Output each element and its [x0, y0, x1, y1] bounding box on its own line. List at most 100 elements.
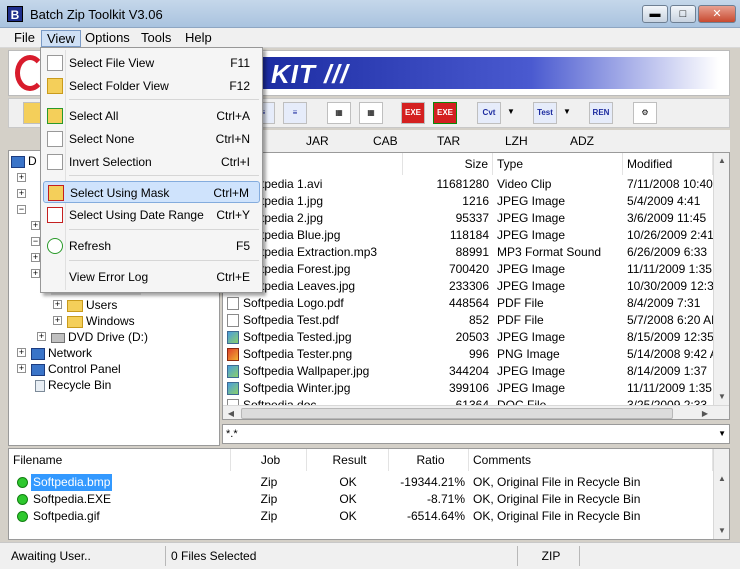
tree-item-desktop[interactable]: D — [11, 153, 37, 169]
file-row[interactable]: Softpedia Tester.png 996 PNG Image 5/14/200… — [223, 346, 713, 363]
tree-expand-icon[interactable]: + — [17, 189, 26, 198]
file-row[interactable]: Softpedia Test.pdf 852 PDF File 5/7/2008 6:… — [223, 312, 713, 329]
mask-dropdown-icon[interactable]: ▼ — [718, 425, 726, 443]
scroll-up-icon[interactable]: ▲ — [714, 471, 729, 487]
format-tab-cab[interactable]: CAB — [373, 134, 398, 148]
column-header-result[interactable]: Result — [307, 449, 389, 471]
scroll-right-icon[interactable]: ▶ — [697, 406, 713, 419]
file-type: JPEG Image — [497, 262, 566, 276]
menu-view[interactable]: View — [41, 30, 81, 47]
column-header-type[interactable]: Type — [493, 153, 623, 175]
menu-options[interactable]: Options — [80, 30, 135, 47]
tree-expand-icon[interactable]: + — [17, 173, 26, 182]
job-row[interactable]: Softpedia.EXE Zip OK -8.71% OK, Original Fil… — [9, 491, 713, 508]
file-row[interactable]: Softpedia 2.jpg 95337 JPEG Image 3/6/2009 1… — [223, 210, 713, 227]
convert-dropdown-icon[interactable]: ▼ — [507, 107, 515, 116]
file-list-horizontal-scrollbar[interactable]: ◀ ▶ — [223, 405, 729, 419]
minimize-button[interactable]: ▬ — [642, 5, 668, 23]
rename-button[interactable]: REN — [589, 102, 613, 124]
tree-collapse-icon[interactable]: − — [31, 237, 40, 246]
job-list-vertical-scrollbar[interactable]: ▲ ▼ — [713, 449, 729, 539]
scroll-down-icon[interactable]: ▼ — [714, 389, 729, 405]
menu-item-select-all[interactable]: Select All Ctrl+A — [43, 105, 260, 127]
tree-expand-icon[interactable]: + — [17, 364, 26, 373]
file-name: Softpedia Logo.pdf — [243, 296, 344, 310]
tree-expand-icon[interactable]: + — [31, 221, 40, 230]
file-row[interactable]: Softpedia Leaves.jpg 233306 JPEG Image 10/3… — [223, 278, 713, 295]
menu-item-select-using-date-range[interactable]: Select Using Date Range Ctrl+Y — [43, 204, 260, 226]
job-list[interactable]: Filename Job Result Ratio Comments Softp… — [8, 448, 730, 540]
tree-expand-icon[interactable]: + — [37, 332, 46, 341]
job-row[interactable]: Softpedia.bmp Zip OK -19344.21% OK, Original… — [9, 474, 713, 491]
format-tab-jar[interactable]: JAR — [306, 134, 329, 148]
file-row[interactable]: Softpedia Blue.jpg 118184 JPEG Image 10/26/… — [223, 227, 713, 244]
menu-item-refresh[interactable]: Refresh F5 — [43, 235, 260, 257]
test-button[interactable]: Test — [533, 102, 557, 124]
close-button[interactable]: ✕ — [698, 5, 736, 23]
exe-button-1[interactable]: EXE — [401, 102, 425, 124]
file-type: JPEG Image — [497, 228, 566, 242]
scroll-left-icon[interactable]: ◀ — [223, 406, 239, 419]
menu-tools[interactable]: Tools — [136, 30, 176, 47]
tree-item-dvd-drive[interactable]: DVD Drive (D:) — [51, 329, 148, 345]
file-type: PDF File — [497, 313, 544, 327]
tool-button-4[interactable]: ▦ — [359, 102, 383, 124]
tree-item-windows[interactable]: Windows — [67, 313, 135, 329]
column-header-ratio[interactable]: Ratio — [389, 449, 469, 471]
tree-expand-icon[interactable]: + — [17, 348, 26, 357]
file-list[interactable]: Size Type Modified Softpedia 1.avi 116812… — [222, 152, 730, 420]
menu-item-invert-selection[interactable]: Invert Selection Ctrl+I — [43, 151, 260, 173]
tree-collapse-icon[interactable]: − — [17, 205, 26, 214]
tree-item-network[interactable]: Network — [31, 345, 92, 361]
file-row[interactable]: Softpedia Logo.pdf 448564 PDF File 8/4/2009… — [223, 295, 713, 312]
menu-item-select-file-view[interactable]: Select File View F11 — [43, 52, 260, 74]
tree-expand-icon[interactable]: + — [53, 316, 62, 325]
column-header-comments[interactable]: Comments — [469, 449, 713, 471]
menu-item-select-folder-view[interactable]: Select Folder View F12 — [43, 75, 260, 97]
test-dropdown-icon[interactable]: ▼ — [563, 107, 571, 116]
tool-button-3[interactable]: ▦ — [327, 102, 351, 124]
column-header-size[interactable]: Size — [403, 153, 493, 175]
file-row[interactable]: Softpedia Tested.jpg 20503 JPEG Image 8/15/… — [223, 329, 713, 346]
file-row[interactable]: Softpedia Forest.jpg 700420 JPEG Image 11/1… — [223, 261, 713, 278]
file-list-vertical-scrollbar[interactable]: ▲ ▼ — [713, 153, 729, 405]
file-mask-field[interactable]: *.* ▼ — [222, 424, 730, 444]
tree-expand-icon[interactable]: + — [53, 300, 62, 309]
format-tab-adz[interactable]: ADZ — [570, 134, 594, 148]
scroll-up-icon[interactable]: ▲ — [714, 153, 729, 169]
scroll-down-icon[interactable]: ▼ — [714, 523, 729, 539]
tool-button-2[interactable]: ≡ — [283, 102, 307, 124]
format-tab-tar[interactable]: TAR — [437, 134, 460, 148]
file-name: Softpedia Blue.jpg — [243, 228, 341, 242]
file-size: 1216 — [462, 194, 489, 208]
file-row[interactable]: Softpedia 1.avi 11681280 Video Clip 7/11/20… — [223, 176, 713, 193]
column-header-job[interactable]: Job — [231, 449, 307, 471]
tree-item-control-panel[interactable]: Control Panel — [31, 361, 121, 377]
tree-expand-icon[interactable]: + — [31, 269, 40, 278]
menu-item-select-using-mask[interactable]: Select Using Mask Ctrl+M — [43, 181, 260, 203]
menu-help[interactable]: Help — [180, 30, 217, 47]
tree-item-users[interactable]: Users — [67, 297, 117, 313]
exe-button-2[interactable]: EXE — [433, 102, 457, 124]
tree-expand-icon[interactable]: + — [31, 253, 40, 262]
file-row[interactable]: Softpedia Extraction.mp3 88991 MP3 Format … — [223, 244, 713, 261]
scroll-thumb[interactable] — [241, 408, 673, 419]
file-row[interactable]: Softpedia Winter.jpg 399106 JPEG Image 11/1… — [223, 380, 713, 397]
image-file-icon — [227, 348, 239, 361]
file-row[interactable]: Softpedia Wallpaper.jpg 344204 JPEG Image 8… — [223, 363, 713, 380]
job-row[interactable]: Softpedia.gif Zip OK -6514.64% OK, Original … — [9, 508, 713, 525]
network-icon — [31, 347, 45, 360]
tree-item-recycle-bin[interactable]: Recycle Bin — [35, 377, 111, 393]
file-row[interactable]: Softpedia 1.jpg 1216 JPEG Image 5/4/2009 4:… — [223, 193, 713, 210]
menu-item-view-error-log[interactable]: View Error Log Ctrl+E — [43, 266, 260, 288]
format-tab-lzh[interactable]: LZH — [505, 134, 528, 148]
maximize-button[interactable]: □ — [670, 5, 696, 23]
column-header-modified[interactable]: Modified — [623, 153, 713, 175]
menu-separator — [69, 175, 259, 176]
settings-button[interactable]: ⚙ — [633, 102, 657, 124]
menu-file[interactable]: File — [9, 30, 40, 47]
column-header-filename[interactable]: Filename — [9, 449, 231, 471]
menu-item-select-none[interactable]: Select None Ctrl+N — [43, 128, 260, 150]
file-type: JPEG Image — [497, 279, 566, 293]
convert-button[interactable]: Cvt — [477, 102, 501, 124]
